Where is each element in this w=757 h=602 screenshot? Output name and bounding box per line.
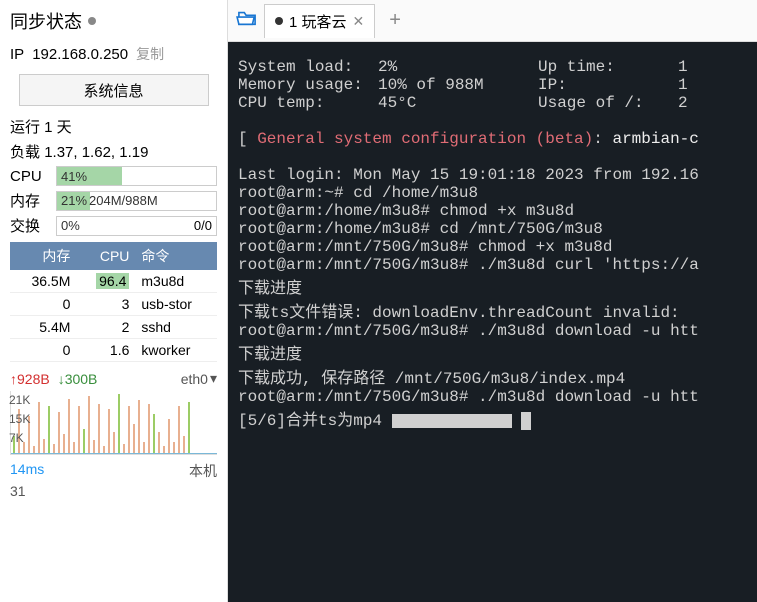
network-sparkline: 21K 15K 7K (10, 391, 217, 455)
tab-bar: 1 玩客云 ✕ + (228, 0, 757, 42)
host-selector[interactable]: 本机 (189, 461, 217, 481)
tab-active[interactable]: 1 玩客云 ✕ (264, 4, 375, 38)
sync-status-title: 同步状态 (10, 8, 217, 34)
swap-row: 交换 0% 0/0 (10, 215, 217, 236)
cpu-row: CPU 41% (10, 166, 217, 186)
ip-value: 192.168.0.250 (32, 46, 128, 63)
table-row[interactable]: 01.6kworker (10, 339, 217, 362)
ip-label: IP (10, 46, 24, 63)
sidebar: 同步状态 IP 192.168.0.250 复制 系统信息 运行 1 天 负载 … (0, 0, 228, 602)
terminal[interactable]: System load:2%Up time:1Memory usage:10% … (228, 42, 757, 602)
memory-bar: 21%204M/988M (56, 191, 217, 211)
net-download: ↓300B (58, 371, 98, 387)
cpu-bar: 41% (56, 166, 217, 186)
memory-label: 内存 (10, 190, 52, 211)
latency-row: 14ms 本机 (10, 461, 217, 477)
tab-label: 1 玩客云 (289, 11, 347, 32)
main-panel: 1 玩客云 ✕ + System load:2%Up time:1Memory … (228, 0, 757, 602)
status-dot-icon (88, 17, 96, 25)
swap-bar: 0% 0/0 (56, 216, 217, 236)
table-row[interactable]: 03usb-stor (10, 293, 217, 316)
process-table: 内存 CPU 命令 36.5M96.4m3u8d03usb-stor5.4M2s… (10, 242, 217, 362)
copy-button[interactable]: 复制 (136, 44, 164, 64)
swap-label: 交换 (10, 215, 52, 236)
uptime-text: 运行 1 天 (10, 116, 217, 137)
net-upload: ↑928B (10, 371, 50, 387)
table-row[interactable]: 5.4M2sshd (10, 316, 217, 339)
col-cpu[interactable]: CPU (76, 242, 135, 270)
load-text: 负载 1.37, 1.62, 1.19 (10, 141, 217, 162)
close-icon[interactable]: ✕ (353, 13, 365, 30)
system-info-button[interactable]: 系统信息 (19, 74, 209, 106)
col-mem[interactable]: 内存 (10, 242, 76, 270)
cpu-label: CPU (10, 168, 52, 185)
net-interface-selector[interactable]: eth0 ▾ (181, 370, 217, 387)
ip-row: IP 192.168.0.250 复制 (10, 44, 217, 64)
latency-value: 31 (10, 483, 217, 499)
col-cmd[interactable]: 命令 (135, 242, 217, 270)
add-tab-button[interactable]: + (381, 9, 409, 32)
chevron-down-icon: ▾ (210, 370, 217, 387)
table-row[interactable]: 36.5M96.4m3u8d (10, 270, 217, 293)
network-stats: ↑928B ↓300B eth0 ▾ (10, 370, 217, 387)
memory-row: 内存 21%204M/988M (10, 190, 217, 211)
tab-status-dot-icon (275, 17, 283, 25)
folder-icon[interactable] (236, 9, 258, 33)
